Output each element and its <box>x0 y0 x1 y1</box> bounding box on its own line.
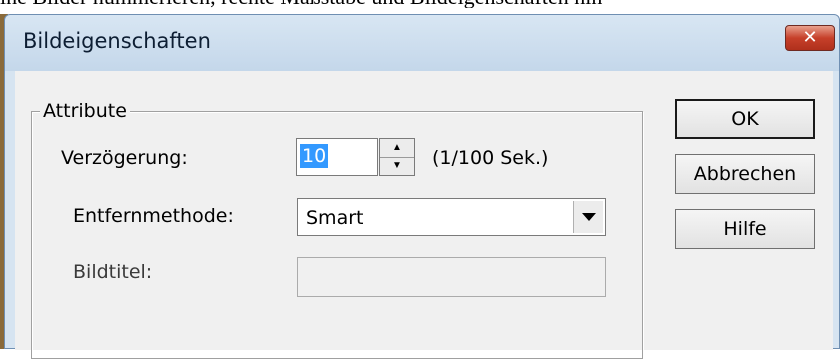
delay-input[interactable]: 10 <box>296 138 378 176</box>
dialog-title: Bildeigenschaften <box>23 29 211 53</box>
dialog-window: Bildeigenschaften ✕ Attribute Verzögerun… <box>4 14 840 359</box>
removal-method-select[interactable]: Smart <box>297 198 606 236</box>
dialog-client-area: Attribute Verzögerung: 10 ▲ ▼ (1/100 Sek… <box>15 71 833 359</box>
group-label: Attribute <box>40 100 130 122</box>
close-button[interactable]: ✕ <box>785 25 835 51</box>
delay-spinner[interactable]: ▲ ▼ <box>379 138 415 176</box>
title-bar[interactable]: Bildeigenschaften ✕ <box>5 15 839 71</box>
close-icon: ✕ <box>802 27 818 48</box>
spin-up-icon[interactable]: ▲ <box>380 139 414 158</box>
spin-down-icon[interactable]: ▼ <box>380 157 414 175</box>
chevron-down-icon[interactable] <box>573 201 603 233</box>
removal-method-value: Smart <box>306 207 364 229</box>
delay-label: Verzögerung: <box>61 147 188 169</box>
cancel-button[interactable]: Abbrechen <box>675 154 815 194</box>
ok-button[interactable]: OK <box>675 99 815 139</box>
background-caption: ine Bilder nummerieren, rechte Maßstäbe … <box>0 0 840 8</box>
help-button[interactable]: Hilfe <box>675 209 815 249</box>
removal-method-label: Entfernmethode: <box>73 205 234 227</box>
delay-unit: (1/100 Sek.) <box>432 147 549 169</box>
image-title-label: Bildtitel: <box>73 261 153 283</box>
delay-value: 10 <box>300 144 329 168</box>
image-title-input <box>297 257 606 297</box>
